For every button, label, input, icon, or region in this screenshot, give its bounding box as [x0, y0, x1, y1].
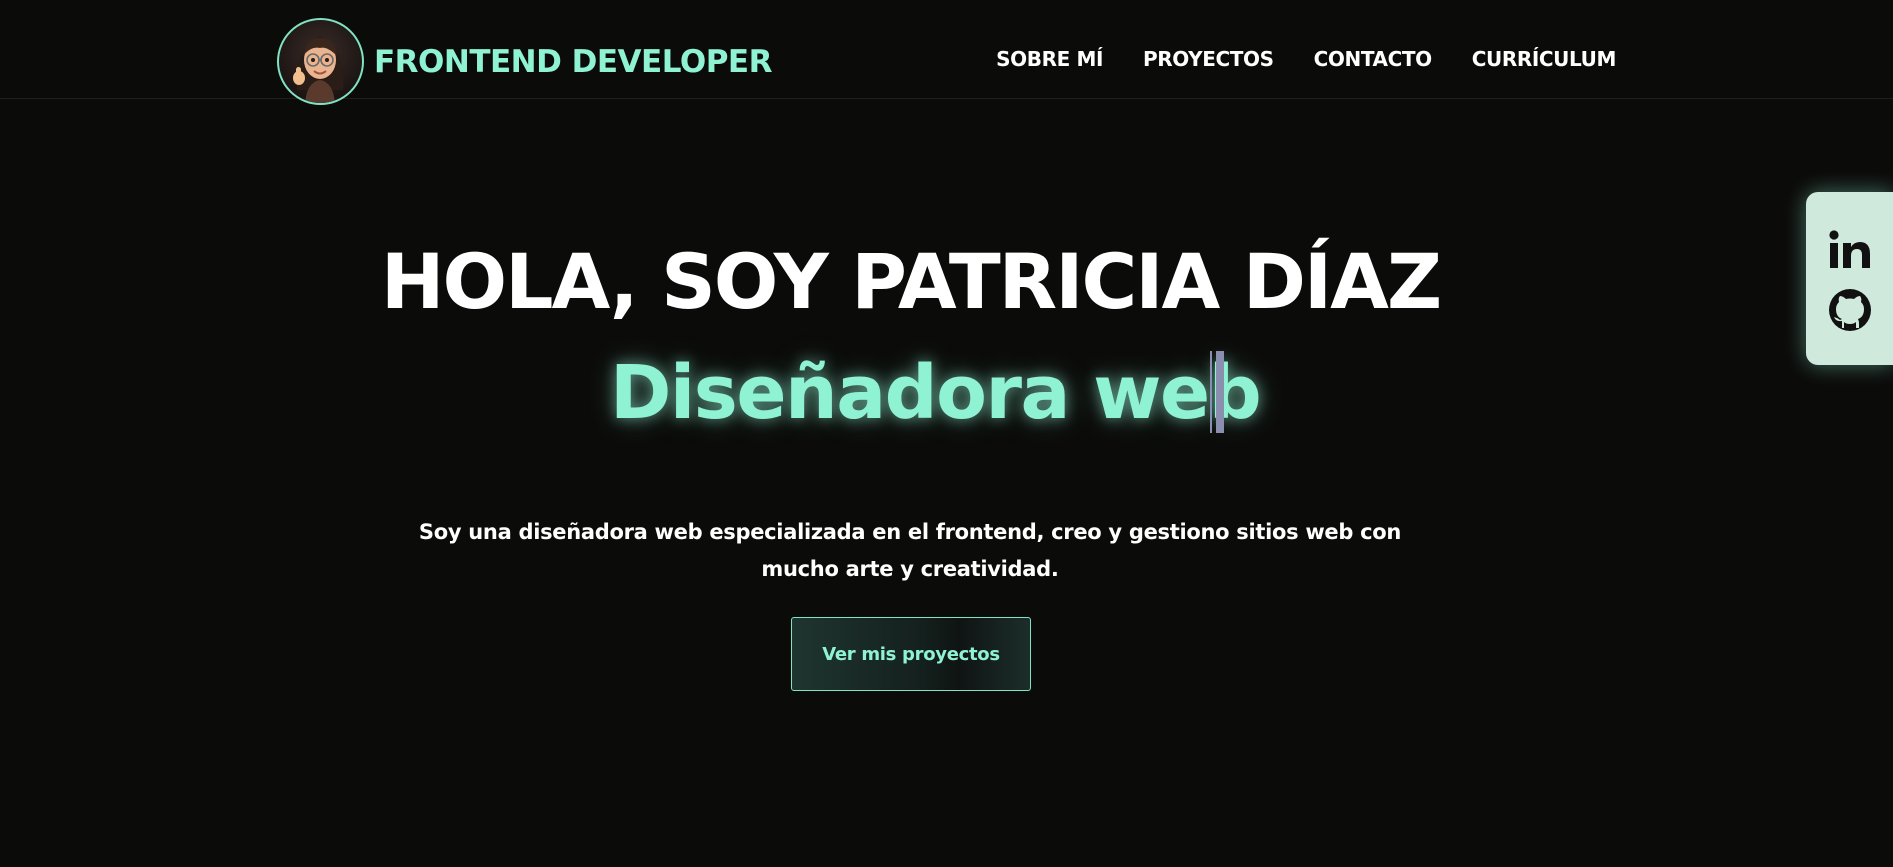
nav-item-sobre-mi[interactable]: SOBRE MÍ: [996, 47, 1103, 71]
hero-description: Soy una diseñadora web especializada en …: [418, 520, 1402, 581]
main-nav: SOBRE MÍ PROYECTOS CONTACTO CURRÍCULUM: [996, 47, 1616, 71]
view-projects-button[interactable]: Ver mis proyectos: [791, 617, 1031, 691]
brand-title: FRONTEND DEVELOPER: [374, 43, 772, 80]
linkedin-link[interactable]: [1826, 226, 1874, 274]
github-icon: [1829, 289, 1871, 331]
avatar: [277, 18, 364, 105]
avatar-memoji-icon: [293, 36, 344, 103]
hero-title: HOLA, SOY PATRICIA DÍAZ: [380, 237, 1442, 326]
nav-item-curriculum[interactable]: CURRÍCULUM: [1472, 47, 1617, 71]
brand-link[interactable]: FRONTEND DEVELOPER: [277, 18, 772, 105]
site-header: FRONTEND DEVELOPER SOBRE MÍ PROYECTOS CO…: [0, 0, 1893, 105]
nav-item-proyectos[interactable]: PROYECTOS: [1143, 47, 1274, 71]
hero-role: Diseñadora web: [610, 350, 1262, 436]
nav-item-contacto[interactable]: CONTACTO: [1314, 47, 1433, 71]
linkedin-icon: [1829, 230, 1870, 268]
github-link[interactable]: [1826, 286, 1874, 334]
typing-caret: [1210, 351, 1225, 433]
